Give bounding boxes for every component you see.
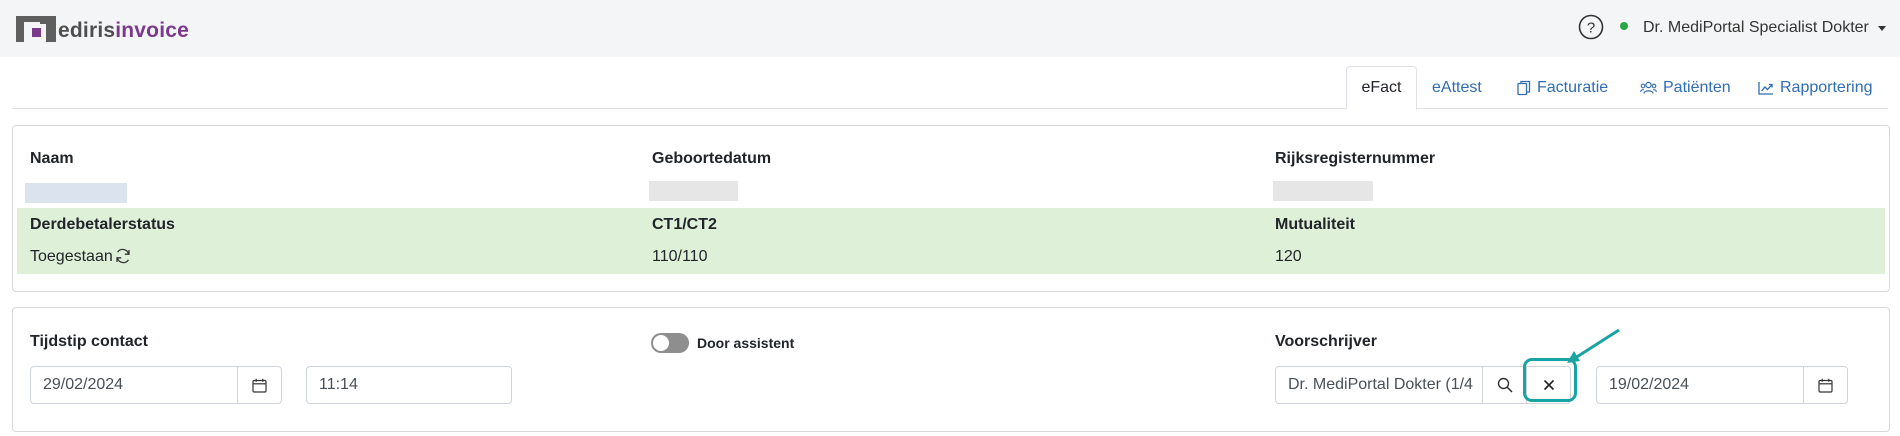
prescription-date-value: 19/02/2024 [1609,376,1690,393]
tab-efact[interactable]: eFact [1346,66,1417,110]
search-icon [1497,377,1513,393]
main-tabs: eFact eAttest Facturatie Patiënten Rappo… [12,66,1888,110]
contact-date-picker-button[interactable] [237,366,282,404]
mutuality-label: Mutualiteit [1275,216,1355,233]
prescription-date-input[interactable]: 19/02/2024 [1596,366,1804,404]
calendar-icon [1818,378,1833,393]
caret-down-icon [1877,25,1886,31]
contact-date-input[interactable]: 29/02/2024 [30,366,238,404]
calendar-icon [252,378,267,393]
annotation-arrow-icon [1567,328,1620,363]
insurability-band [17,208,1885,274]
prescription-date-picker-button[interactable] [1803,366,1848,404]
ct-label: CT1/CT2 [652,216,717,233]
contact-time-label: Tijdstip contact [30,333,148,350]
users-icon [1640,81,1657,94]
patient-info-card: Naam Geboortedatum Rijksregisternummer D… [12,125,1890,292]
chart-line-icon [1758,81,1773,95]
tab-facturatie[interactable]: Facturatie [1517,66,1608,109]
assistant-toggle-label: Door assistent [697,335,795,351]
svg-text:?: ? [1587,20,1595,37]
third-party-label: Derdebetalerstatus [30,216,175,233]
user-menu-dropdown[interactable]: Dr. MediPortal Specialist Dokter [1643,19,1886,37]
top-bar: edirisinvoice ? Dr. MediPortal Specialis… [0,0,1900,57]
logo-mark [16,16,56,42]
prescriber-input[interactable]: Dr. MediPortal Dokter (1/4 [1275,366,1483,404]
assistant-toggle[interactable] [651,333,689,353]
third-party-value: Toegestaan [30,248,113,265]
mutuality-value: 120 [1275,248,1302,265]
refresh-icon[interactable] [114,247,132,265]
copy-icon [1517,80,1531,95]
redacted-rrn [1273,181,1373,201]
ct-value: 110/110 [652,248,708,265]
name-label: Naam [30,150,74,167]
user-name: Dr. MediPortal Specialist Dokter [1643,19,1869,36]
logo-text: edirisinvoice [58,19,189,42]
tab-eattest[interactable]: eAttest [1432,66,1482,109]
tab-label: Patiënten [1663,78,1731,96]
tab-patienten[interactable]: Patiënten [1640,66,1731,109]
redacted-name [25,183,127,203]
contact-date-value: 29/02/2024 [43,376,124,393]
prescriber-label: Voorschrijver [1275,333,1377,350]
contact-time-value: 11:14 [319,376,358,393]
tab-label: eAttest [1432,78,1482,96]
prescriber-search-button[interactable] [1482,366,1527,404]
online-status-dot [1620,22,1628,30]
tab-rapportering[interactable]: Rapportering [1758,66,1873,109]
rrn-label: Rijksregisternummer [1275,150,1436,167]
birthdate-label: Geboortedatum [652,150,772,167]
redacted-birthdate [649,181,738,201]
contact-time-input[interactable]: 11:14 [306,366,512,404]
tab-label: eFact [1361,79,1402,96]
question-circle-icon[interactable]: ? [1578,14,1604,40]
prescriber-value: Dr. MediPortal Dokter (1/4 [1288,376,1473,393]
tab-label: Facturatie [1537,78,1609,96]
tab-label: Rapportering [1780,78,1873,96]
toggle-knob [653,335,669,351]
app-logo[interactable]: edirisinvoice [16,12,189,42]
